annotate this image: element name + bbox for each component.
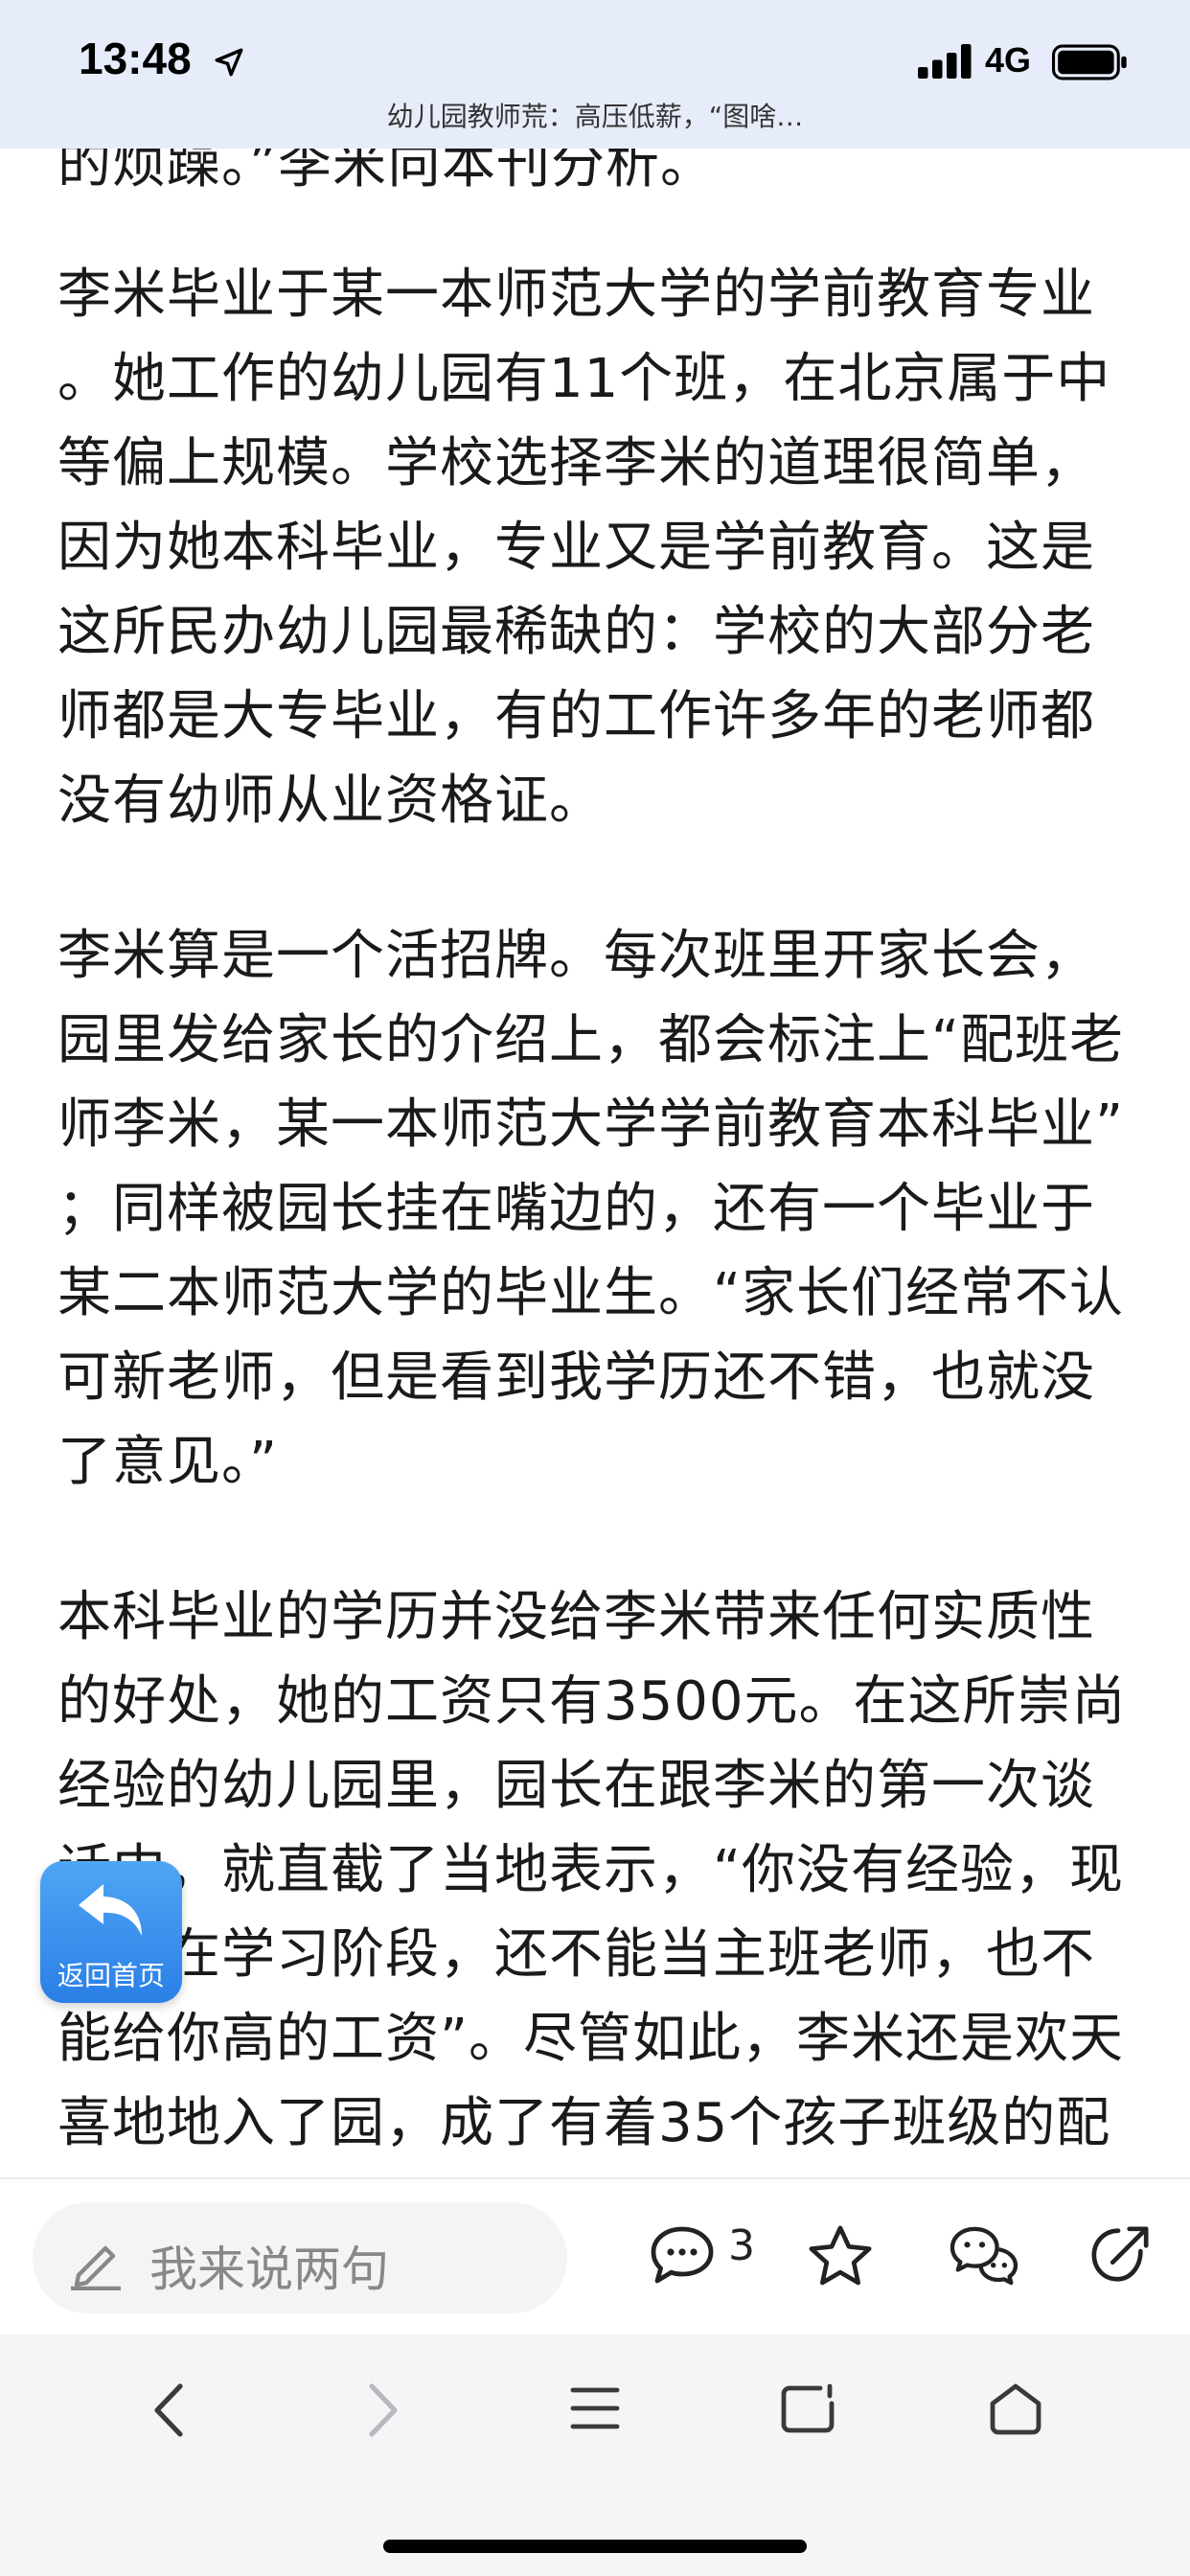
back-home-button[interactable]: 返回首页	[40, 1861, 182, 2003]
forward-chevron-icon[interactable]	[364, 2380, 402, 2440]
page-title[interactable]: 幼儿园教师荒：高压低薪，“图啥…	[0, 96, 1190, 134]
article-line: 喜地地入了园，成了有着35个孩子班级的配	[57, 2092, 1111, 2154]
article-line: 可新老师，但是看到我学历还不错，也就没	[57, 1346, 1095, 1409]
browser-toolbar	[0, 2334, 1190, 2576]
article-line: 师李米，某一本师范大学学前教育本科毕业”	[57, 1093, 1125, 1156]
tabs-icon[interactable]	[778, 2380, 837, 2438]
signal-icon	[918, 44, 972, 79]
article-line: 师都是大专毕业，有的工作许多年的老师都	[57, 685, 1095, 748]
share-icon[interactable]	[1088, 2223, 1152, 2287]
back-home-label: 返回首页	[57, 1960, 165, 1991]
comment-icon[interactable]	[648, 2223, 717, 2287]
article-line: 经验的幼儿园里，园长在跟李米的第一次谈	[57, 1755, 1095, 1817]
article-line: ；同样被园长挂在嘴边的，还有一个毕业于	[57, 1178, 1095, 1240]
return-arrow-icon	[79, 1884, 142, 1936]
comment-input[interactable]: 我来说两句	[33, 2202, 567, 2313]
article-line: 能给你高的工资”。尽管如此，李米还是欢天	[57, 2008, 1125, 2070]
comment-count: 3	[728, 2221, 755, 2270]
article-line: 李米毕业于某一本师范大学的学前教育专业	[57, 264, 1095, 326]
article-line: 没有幼师从业资格证。	[57, 770, 604, 832]
article-line: 某二本师范大学的毕业生。“家长们经常不认	[57, 1262, 1125, 1324]
location-arrow-icon	[215, 48, 243, 77]
article-paragraph-1: 李米毕业于某一本师范大学的学前教育专业 。她工作的幼儿园有11个班，在北京属于中…	[57, 253, 1133, 843]
article-line: 因为她本科毕业，专业又是学前教育。这是	[57, 517, 1095, 579]
article-line: 。她工作的幼儿园有11个班，在北京属于中	[57, 348, 1111, 410]
article-line: 李米算是一个活招牌。每次班里开家长会，	[57, 925, 1095, 987]
wechat-icon[interactable]	[949, 2223, 1019, 2287]
article-line: 了意见。”	[57, 1431, 279, 1493]
article-line: 本科毕业的学历并没给李米带来任何实质性	[57, 1586, 1095, 1648]
menu-icon[interactable]	[567, 2380, 623, 2436]
pen-icon	[71, 2245, 121, 2290]
comment-bar: 我来说两句 3	[0, 2177, 1190, 2336]
back-chevron-icon[interactable]	[149, 2380, 188, 2440]
battery-icon	[1052, 44, 1127, 80]
article-line: 园里发给家长的介绍上，都会标注上“配班老	[57, 1009, 1125, 1071]
star-icon[interactable]	[807, 2223, 874, 2288]
home-indicator[interactable]	[383, 2540, 807, 2553]
network-type: 4G	[985, 40, 1032, 80]
article-body: 的烦躁。”李米向本刊分析。 李米毕业于某一本师范大学的学前教育专业 。她工作的幼…	[0, 0, 1190, 2175]
comment-placeholder: 我来说两句	[149, 2242, 389, 2297]
article-line: 等偏上规模。学校选择李米的道理很简单，	[57, 432, 1095, 494]
article-line: 的好处，她的工资只有3500元。在这所崇尚	[57, 1670, 1127, 1733]
status-time: 13:48	[79, 34, 192, 83]
article-paragraph-2: 李米算是一个活招牌。每次班里开家长会， 园里发给家长的介绍上，都会标注上“配班老…	[57, 914, 1133, 1505]
article-line: 话中，就直截了当地表示，“你没有经验，现	[57, 1839, 1125, 1901]
home-icon[interactable]	[987, 2380, 1044, 2438]
article-line: 这所民办幼儿园最稀缺的：学校的大部分老	[57, 601, 1095, 663]
status-bar: 13:48 4G 幼儿园教师荒：高压低薪，“图啥…	[0, 0, 1190, 149]
article-paragraph-3: 本科毕业的学历并没给李米带来任何实质性 的好处，她的工资只有3500元。在这所崇…	[57, 1576, 1133, 2166]
article-line: 在是在学习阶段，还不能当主班老师，也不	[57, 1923, 1095, 1986]
